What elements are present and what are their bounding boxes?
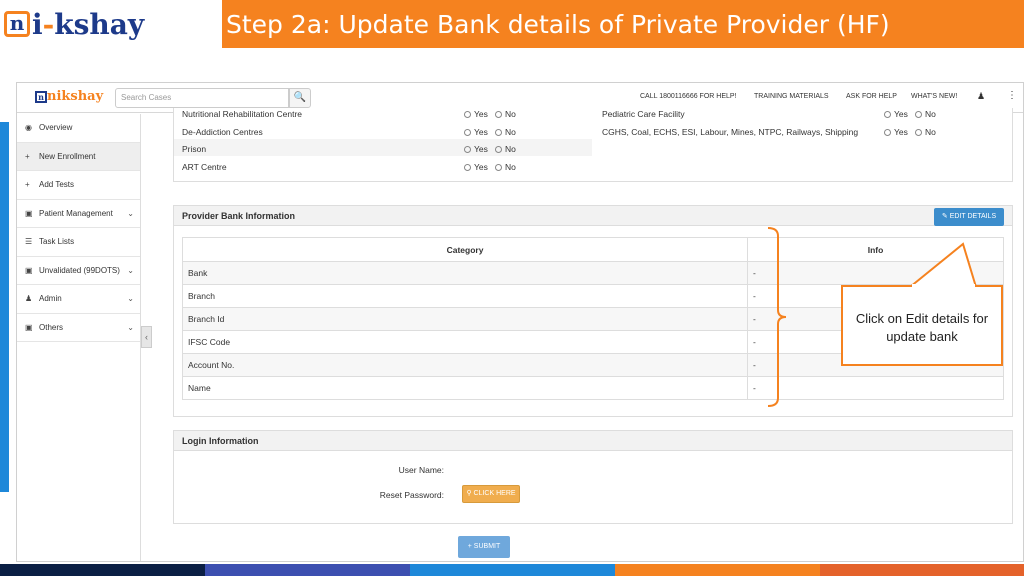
callout-box: Click on Edit details for update bank — [841, 285, 1003, 366]
callout-joint — [912, 284, 975, 288]
footer-stripe — [205, 564, 410, 576]
callout-pointer — [907, 242, 978, 288]
footer-stripe — [615, 564, 820, 576]
footer-stripe — [820, 564, 1024, 576]
footer-stripe — [0, 564, 205, 576]
bracket-annotation — [767, 227, 787, 407]
footer-stripe — [410, 564, 615, 576]
